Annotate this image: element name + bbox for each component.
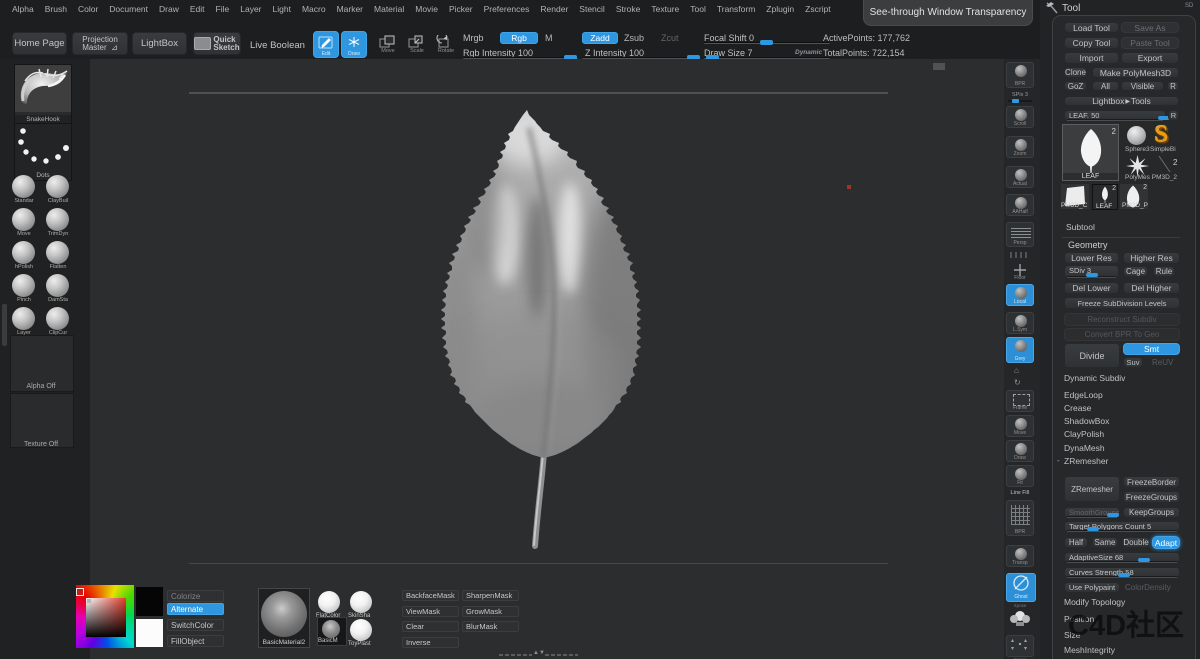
svg-text:▾: ▾ [1024, 646, 1027, 652]
svg-text:▴: ▴ [1011, 638, 1014, 644]
svg-text:Draw: Draw [348, 51, 360, 57]
svg-text:▴: ▴ [1024, 638, 1027, 644]
svg-text:▾: ▾ [1011, 646, 1014, 652]
svg-text:Edit: Edit [322, 51, 331, 57]
